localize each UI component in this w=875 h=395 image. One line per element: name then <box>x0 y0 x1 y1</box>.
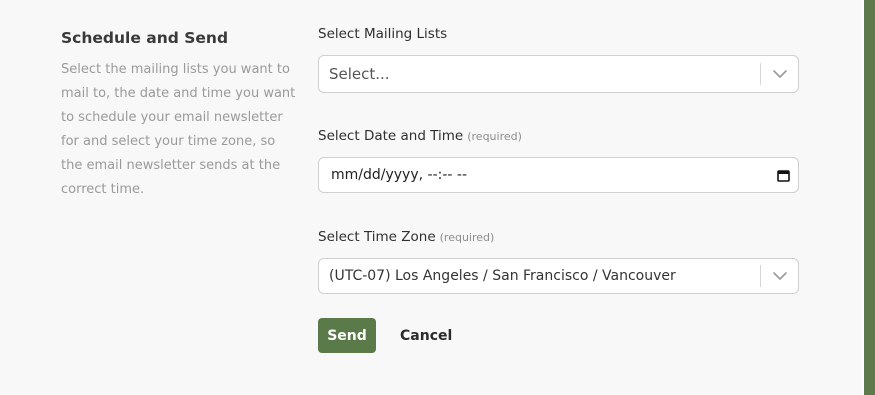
chevron-down-icon[interactable] <box>761 56 798 92</box>
mailing-lists-select[interactable]: Select... <box>318 55 799 93</box>
section-description: Select the mailing lists you want to mai… <box>61 62 296 197</box>
required-note: (required) <box>467 130 522 143</box>
calendar-icon[interactable] <box>768 158 798 192</box>
date-time-label: Select Date and Time (required) <box>318 128 522 144</box>
date-time-input[interactable]: mm/dd/yyyy, --:-- -- <box>318 157 799 193</box>
side-accent-bar <box>864 0 875 395</box>
time-zone-value: (UTC-07) Los Angeles / San Francisco / V… <box>329 268 676 284</box>
cancel-button[interactable]: Cancel <box>400 318 452 353</box>
schedule-send-page: Schedule and Send Select the mailing lis… <box>0 0 875 395</box>
required-note: (required) <box>439 231 495 244</box>
time-zone-select[interactable]: (UTC-07) Los Angeles / San Francisco / V… <box>318 258 799 294</box>
send-button[interactable]: Send <box>318 318 376 353</box>
date-time-label-text: Select Date and Time <box>318 128 464 144</box>
mailing-lists-label: Select Mailing Lists <box>318 26 447 42</box>
time-zone-label: Select Time Zone (required) <box>318 229 494 245</box>
date-time-value: mm/dd/yyyy, --:-- -- <box>331 167 468 183</box>
mailing-lists-placeholder: Select... <box>329 65 390 83</box>
intro-section: Schedule and Send Select the mailing lis… <box>61 27 296 202</box>
section-title: Schedule and Send <box>61 29 229 47</box>
mailing-lists-label-text: Select Mailing Lists <box>318 26 448 42</box>
chevron-down-icon[interactable] <box>761 258 798 294</box>
time-zone-label-text: Select Time Zone <box>318 229 436 245</box>
